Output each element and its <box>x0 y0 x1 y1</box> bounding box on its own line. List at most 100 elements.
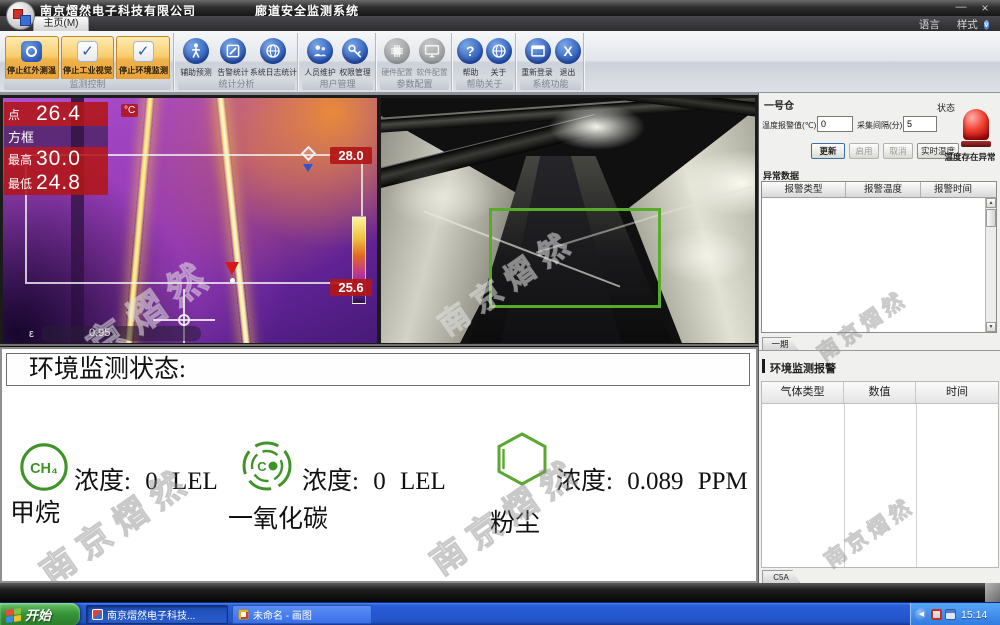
menu-style[interactable]: 样式 <box>957 19 978 31</box>
co-concentration: 浓度: 0 LEL <box>302 461 446 497</box>
min-value: 24.8 <box>36 171 81 195</box>
stop-infrared-button[interactable]: 停止红外测温 <box>5 36 59 80</box>
tab-csa[interactable]: C5A <box>762 570 800 583</box>
max-label: 最高 <box>8 151 36 168</box>
enable-button[interactable]: 启用 <box>849 143 879 159</box>
column-header[interactable]: 时间 <box>916 382 998 403</box>
tray-network-icon[interactable] <box>945 609 956 620</box>
scroll-up-icon[interactable]: ▲ <box>986 198 996 208</box>
start-label: 开始 <box>25 605 51 624</box>
column-header[interactable]: 数值 <box>844 382 916 403</box>
window-icon <box>525 38 551 64</box>
thermal-camera-view: 点 26.4 方框 最高 30.0 最低 24.8 °C 28.0 25.6 <box>3 98 377 343</box>
scrollbar[interactable]: ▲ ▼ <box>985 198 996 332</box>
button-label: 软件配置 <box>416 66 447 77</box>
thermal-readings: 点 26.4 方框 最高 30.0 最低 24.8 <box>4 102 108 195</box>
hardware-config-button[interactable]: 硬件配置 <box>380 38 415 78</box>
window-menu: 语言 样式 ˅ <box>905 17 992 32</box>
beacon-base <box>961 141 991 147</box>
walking-person-icon <box>183 38 209 64</box>
tray-chevron-icon[interactable]: ◀ <box>915 608 928 621</box>
personnel-maintain-button[interactable]: 人员维护 <box>302 38 338 78</box>
task-item-paint[interactable]: 未命名 - 画图 <box>232 605 372 624</box>
interval-label: 采集间隔(分): <box>857 120 905 131</box>
tray-app-icon[interactable] <box>931 609 942 620</box>
camera-light-glow <box>549 104 645 150</box>
globe-icon <box>486 38 512 64</box>
system-log-statistics-button[interactable]: 系统日志统计 <box>251 38 295 78</box>
conc-value: 0 LEL <box>145 468 218 495</box>
paint-task-icon <box>238 609 249 620</box>
detection-box <box>489 208 661 308</box>
emissivity-value: 0.95 <box>41 326 201 341</box>
minimize-button[interactable]: — <box>954 1 968 13</box>
interval-input[interactable] <box>903 116 937 132</box>
app-logo-icon[interactable] <box>6 1 35 30</box>
alarm-table: 报警类型 报警温度 报警时间 ▲ ▼ 南京熠然 <box>761 181 997 333</box>
hotspot-marker-icon <box>225 262 239 275</box>
task-item-monitor-app[interactable]: 南京熠然电子科技... <box>86 605 228 624</box>
point-temp-row: 点 26.4 <box>4 102 108 126</box>
button-label: 停止环境监测 <box>119 64 168 76</box>
about-button[interactable]: 关于 <box>485 38 514 78</box>
conc-label: 浓度: <box>556 468 613 495</box>
column-header[interactable]: 气体类型 <box>762 382 844 403</box>
column-header[interactable]: 报警时间 <box>921 182 985 197</box>
conc-value: 0 LEL <box>373 468 446 495</box>
software-config-button[interactable]: 软件配置 <box>415 38 450 78</box>
exit-button[interactable]: X 退出 <box>555 38 581 78</box>
env-alarm-table: 气体类型 数值 时间 南京熠然 <box>761 381 999 568</box>
env-status-panel: 环境监测状态: CH₄ 浓度: 0 LEL 甲烷 C 浓度: 0 LEL 一氧化… <box>0 347 758 583</box>
hotspot-dot <box>230 278 235 283</box>
scroll-down-icon[interactable]: ▼ <box>986 322 996 332</box>
dust-concentration: 浓度: 0.089 PPM <box>556 461 748 497</box>
windows-logo-icon <box>5 606 21 622</box>
menu-language[interactable]: 语言 <box>919 19 940 31</box>
chevron-down-icon[interactable]: ˅ <box>984 20 989 30</box>
beacon-dome <box>963 109 989 140</box>
task-label: 南京熠然电子科技... <box>107 607 195 622</box>
ribbon-group-caption: 系统功能 <box>520 79 581 90</box>
crosshair-center <box>178 314 190 326</box>
ribbon-group-help-about: ? 帮助 关于 帮助关于 <box>454 33 516 91</box>
ribbon-group-statistics: 辅助预测 告警统计 系统日志统计 统计分析 <box>176 33 298 91</box>
aux-prediction-button[interactable]: 辅助预测 <box>178 38 215 78</box>
ribbon-group-caption: 统计分析 <box>178 79 295 90</box>
table-grid-line <box>916 404 917 567</box>
cancel-button[interactable]: 取消 <box>883 143 913 159</box>
button-label: 帮助 <box>462 66 478 77</box>
ribbon-tab-row: 主页(M) 语言 样式 ˅ <box>0 16 1000 31</box>
conc-label: 浓度: <box>74 468 131 495</box>
methane-gas-icon: CH₄ <box>18 441 70 498</box>
help-button[interactable]: ? 帮助 <box>456 38 485 78</box>
permission-management-button[interactable]: 权限管理 <box>338 38 374 78</box>
stop-env-monitor-button[interactable]: ✓ 停止环境监测 <box>116 36 170 80</box>
ribbon-group-caption: 监测控制 <box>4 79 171 90</box>
button-label: 停止工业视觉 <box>63 64 112 76</box>
button-label: 权限管理 <box>340 66 371 77</box>
app-window: 南京熠然电子科技有限公司 廊道安全监测系统 — × 主页(M) 语言 样式 ˅ … <box>0 0 1000 625</box>
taskbar: 开始 南京熠然电子科技... 未命名 - 画图 ◀ 15:14 <box>0 602 1000 625</box>
column-header[interactable]: 报警温度 <box>846 182 921 197</box>
button-label: 系统日志统计 <box>250 66 297 77</box>
tab-phase-one[interactable]: 一期 <box>762 337 798 350</box>
ribbon: 停止红外测温 ✓ 停止工业视觉 ✓ 停止环境监测 监测控制 辅助预测 <box>0 31 1000 93</box>
scrollbar-thumb[interactable] <box>986 209 996 227</box>
stop-industrial-vision-button[interactable]: ✓ 停止工业视觉 <box>61 36 115 80</box>
button-label: 硬件配置 <box>382 66 413 77</box>
button-label: 退出 <box>560 66 576 77</box>
column-header[interactable]: 报警类型 <box>762 182 846 197</box>
resize-grip[interactable] <box>985 583 1000 602</box>
relogin-button[interactable]: 重新登录 <box>520 38 555 78</box>
temp-alarm-input[interactable] <box>817 116 853 132</box>
tab-home[interactable]: 主页(M) <box>33 16 89 31</box>
co-text: C <box>257 459 267 474</box>
close-button[interactable]: × <box>978 1 992 15</box>
update-button[interactable]: 更新 <box>811 143 845 159</box>
alarm-statistics-button[interactable]: 告警统计 <box>215 38 252 78</box>
start-button[interactable]: 开始 <box>0 603 80 625</box>
dust-hexagon-icon <box>494 431 550 492</box>
temp-unit-badge: °C <box>121 104 138 117</box>
ribbon-group-user-management: 人员维护 权限管理 用户管理 <box>300 33 376 91</box>
system-tray: ◀ 15:14 <box>910 603 1000 625</box>
